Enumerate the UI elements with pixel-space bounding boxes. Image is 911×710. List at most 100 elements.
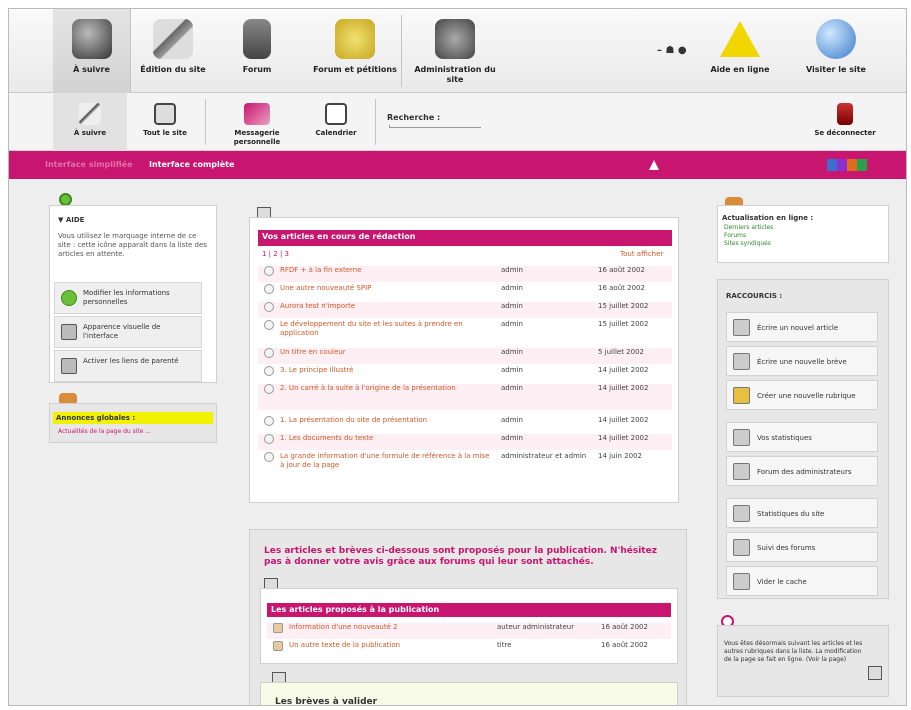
subtool-a-suivre-button[interactable]: À suivre — [53, 93, 127, 151]
vider-cache-label: Vider le cache — [757, 578, 807, 586]
new-article-icon — [733, 319, 750, 336]
note-icon — [868, 666, 882, 680]
color-swatch[interactable] — [867, 159, 877, 171]
nouvel-article-label: Écrire un nouvel article — [757, 324, 839, 332]
logout-button[interactable]: Se déconnecter — [809, 93, 881, 151]
apparence-label: Apparence visuelle de l'interface — [83, 323, 161, 340]
article-title[interactable]: Aurora test n'importe — [280, 302, 490, 311]
article-title[interactable]: Un titre en couleur — [280, 348, 490, 357]
apparence-button[interactable]: Apparence visuelle de l'interface — [54, 316, 202, 348]
propose-title[interactable]: Un autre texte de la publication — [289, 641, 400, 649]
subtool-messagerie-button[interactable]: Messagerie personnelle — [215, 93, 299, 151]
nouvel-article-button[interactable]: Écrire un nouvel article — [726, 312, 878, 342]
note-text: Vous êtes désormais suivant les articles… — [724, 640, 863, 663]
toolbar-a-suivre-button[interactable]: À suivre — [53, 9, 131, 93]
article-status-icon — [264, 302, 274, 312]
new-folder-icon — [733, 387, 750, 404]
site-icon — [154, 103, 176, 125]
article-title[interactable]: Le développement du site et les suites à… — [280, 320, 490, 338]
subtool-messagerie-label: Messagerie personnelle — [233, 129, 281, 146]
article-author: admin — [501, 302, 523, 310]
article-author: administrateur et admin — [501, 452, 587, 460]
article-title[interactable]: 3. Le principe illustré — [280, 366, 490, 375]
actu-link[interactable]: Derniers articles — [724, 224, 773, 232]
nouvelle-rubrique-button[interactable]: Créer une nouvelle rubrique — [726, 380, 878, 410]
article-row[interactable]: La grande information d'une formule de r… — [258, 452, 672, 478]
actu-link[interactable]: Sites syndiqués — [724, 240, 773, 248]
interface-simplifiee-link[interactable]: Interface simplifiée — [45, 160, 133, 169]
proposes-box: Les articles et brèves ci-dessous sont p… — [249, 529, 687, 705]
article-date: 15 juillet 2002 — [598, 302, 649, 310]
tools-icon — [435, 19, 475, 59]
toolbar-forum-button[interactable]: Forum — [221, 9, 293, 93]
calendar-icon — [325, 103, 347, 125]
logout-icon — [837, 103, 853, 125]
article-status-icon — [264, 384, 274, 394]
article-title[interactable]: 1. La présentation du site de présentati… — [280, 416, 490, 425]
article-status-icon — [264, 348, 274, 358]
subtool-tout-le-site-button[interactable]: Tout le site — [129, 93, 201, 151]
article-row[interactable]: Aurora test n'importe admin 15 juillet 200… — [258, 302, 672, 318]
color-selector[interactable] — [827, 159, 881, 171]
article-row[interactable]: RFDF + à la fin externe admin 16 août 2002 — [258, 266, 672, 282]
actu-link[interactable]: Forums — [724, 232, 773, 240]
nouvelle-breve-button[interactable]: Écrire une nouvelle brève — [726, 346, 878, 376]
statistiques-button[interactable]: Vos statistiques — [726, 422, 878, 452]
zoom-icon[interactable]: – ☗ ● — [657, 45, 687, 56]
article-row[interactable]: Une autre nouveauté SPIP admin 16 août 200… — [258, 284, 672, 300]
suivi-forums-button[interactable]: Suivi des forums — [726, 532, 878, 562]
article-status-icon — [264, 452, 274, 462]
color-swatch[interactable] — [827, 159, 837, 171]
article-row[interactable]: Un titre en couleur admin 5 juillet 2002 — [258, 348, 672, 364]
annonces-sub[interactable]: Actualités de la page du site ... — [58, 428, 151, 435]
subtool-calendrier-button[interactable]: Calendrier — [301, 93, 371, 151]
article-author: admin — [501, 320, 523, 328]
toolbar-aide-button[interactable]: Aide en ligne — [705, 9, 775, 93]
propose-title[interactable]: Information d'une nouveauté 2 — [289, 623, 398, 631]
toolbar-administration-label: Administration du site — [414, 65, 496, 84]
article-row[interactable]: Le développement du site et les suites à… — [258, 320, 672, 346]
statistiques-label: Vos statistiques — [757, 434, 812, 442]
propose-row[interactable]: Information d'une nouveauté 2 auteur admi… — [267, 623, 671, 639]
annonces-box: Annonces globales : Actualités de la pag… — [49, 403, 217, 443]
nouvelle-rubrique-label: Créer une nouvelle rubrique — [757, 392, 856, 400]
article-row[interactable]: 2. Un carré à la suite à l'origine de la… — [258, 384, 672, 410]
article-title[interactable]: RFDF + à la fin externe — [280, 266, 490, 275]
propose-row[interactable]: Un autre texte de la publication titre 16 … — [267, 641, 671, 657]
color-swatch[interactable] — [857, 159, 867, 171]
search-input[interactable] — [389, 125, 481, 128]
toolbar-edition-button[interactable]: Édition du site — [133, 9, 213, 93]
liens-parente-label: Activer les liens de parenté — [83, 357, 179, 365]
cache-icon — [733, 573, 750, 590]
color-swatch[interactable] — [847, 159, 857, 171]
raccourcis-title: RACCOURCIS : — [726, 292, 783, 300]
annonces-title: Annonces globales : — [53, 412, 213, 424]
article-status-icon — [264, 266, 274, 276]
article-title[interactable]: 1. Les documents du texte — [280, 434, 490, 443]
article-title[interactable]: 2. Un carré à la suite à l'origine de la… — [280, 384, 490, 393]
article-row[interactable]: 1. La présentation du site de présentati… — [258, 416, 672, 432]
vider-cache-button[interactable]: Vider le cache — [726, 566, 878, 596]
interface-complete-label: Interface complète — [149, 160, 235, 169]
article-status-icon — [264, 366, 274, 376]
toolbar-forum-petitions-button[interactable]: Forum et pétitions — [313, 9, 397, 93]
stats-site-button[interactable]: Statistiques du site — [726, 498, 878, 528]
article-title[interactable]: Une autre nouveauté SPIP — [280, 284, 490, 293]
forum-icon — [733, 463, 750, 480]
article-title[interactable]: La grande information d'une formule de r… — [280, 452, 490, 470]
color-swatch[interactable] — [837, 159, 847, 171]
article-author: admin — [501, 348, 523, 356]
modifier-infos-button[interactable]: Modifier les informations personnelles — [54, 282, 202, 314]
toolbar-administration-button[interactable]: Administration du site — [413, 9, 497, 93]
toolbar-visiter-button[interactable]: Visiter le site — [791, 9, 881, 93]
tout-afficher-link[interactable]: Tout afficher — [620, 250, 663, 258]
arrow-icon[interactable] — [649, 160, 659, 170]
propose-icon — [273, 641, 283, 651]
article-row[interactable]: 1. Les documents du texte admin 14 juillet… — [258, 434, 672, 450]
forum-admin-button[interactable]: Forum des administrateurs — [726, 456, 878, 486]
liens-parente-button[interactable]: Activer les liens de parenté — [54, 350, 202, 382]
subtool-tout-le-site-label: Tout le site — [143, 129, 187, 137]
pagination[interactable]: 1 | 2 | 3 — [262, 250, 289, 258]
article-row[interactable]: 3. Le principe illustré admin 14 juillet 2… — [258, 366, 672, 382]
article-status-icon — [264, 416, 274, 426]
